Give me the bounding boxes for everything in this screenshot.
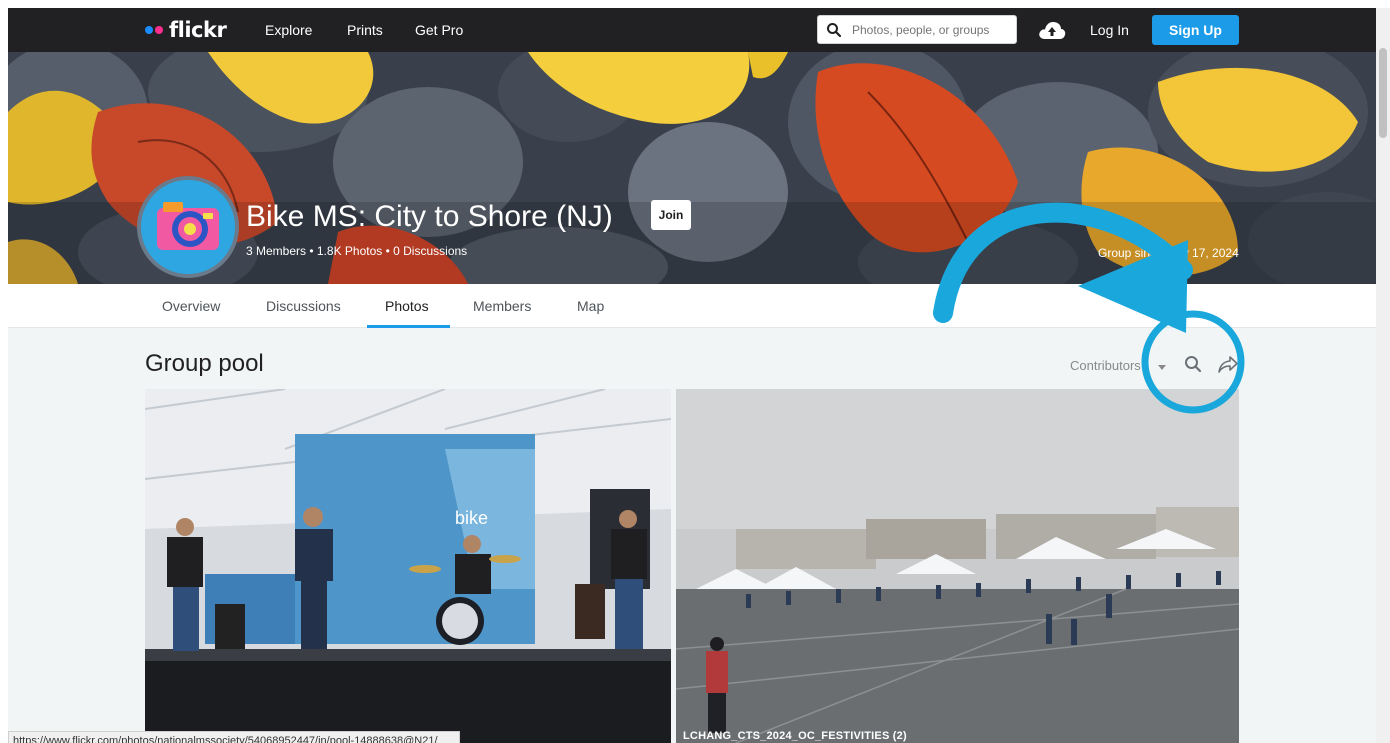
- photo-image: [676, 389, 1239, 743]
- search-box[interactable]: [817, 15, 1017, 44]
- tab-members[interactable]: Members: [473, 298, 531, 314]
- tab-photos[interactable]: Photos: [385, 298, 429, 314]
- browser-status-url: https://www.flickr.com/photos/nationalms…: [8, 731, 460, 743]
- logo-pink-dot: [155, 26, 163, 34]
- group-cover-banner: Bike MS: City to Shore (NJ) Join 3 Membe…: [8, 52, 1376, 284]
- group-pool-title: Group pool: [145, 350, 264, 377]
- join-button[interactable]: Join: [651, 200, 691, 230]
- log-in-link[interactable]: Log In: [1090, 22, 1129, 38]
- group-tabs: Overview Discussions Photos Members Map: [8, 284, 1376, 328]
- svg-text:bike: bike: [455, 508, 488, 528]
- logo-blue-dot: [145, 26, 153, 34]
- flickr-logo[interactable]: flickr: [145, 18, 227, 42]
- group-title: Bike MS: City to Shore (NJ): [246, 200, 613, 233]
- photo-caption: LCHANG_CTS_2024_OC_FESTIVITIES (2): [683, 730, 907, 742]
- browser-viewport: flickr Explore Prints Get Pro Log In Sig…: [8, 8, 1376, 743]
- logo-wordmark: flickr: [169, 18, 227, 42]
- contributors-dropdown[interactable]: Contributors: [1070, 358, 1141, 373]
- tab-discussions[interactable]: Discussions: [266, 298, 341, 314]
- active-tab-indicator: [367, 325, 450, 328]
- search-icon[interactable]: [1184, 355, 1202, 373]
- nav-link-get-pro[interactable]: Get Pro: [415, 22, 463, 38]
- search-icon: [827, 23, 842, 38]
- pool-photo-band-on-stage[interactable]: bike: [145, 389, 671, 743]
- tab-overview[interactable]: Overview: [162, 298, 220, 314]
- group-stats: 3 Members • 1.8K Photos • 0 Discussions: [246, 244, 468, 258]
- sign-up-button[interactable]: Sign Up: [1152, 15, 1239, 45]
- scrollbar-thumb[interactable]: [1379, 48, 1387, 138]
- page-scrollbar[interactable]: [1376, 8, 1390, 743]
- chevron-down-icon[interactable]: [1158, 365, 1166, 370]
- photo-image: bike: [145, 389, 671, 743]
- group-since-date: Group since May 17, 2024: [1098, 246, 1239, 260]
- nav-link-explore[interactable]: Explore: [265, 22, 312, 38]
- upload-cloud-icon[interactable]: [1038, 20, 1066, 40]
- pool-photo-event-festivities[interactable]: [676, 389, 1239, 743]
- nav-link-prints[interactable]: Prints: [347, 22, 383, 38]
- share-icon[interactable]: [1218, 355, 1238, 373]
- group-avatar: [137, 176, 239, 278]
- search-input[interactable]: [852, 20, 1012, 40]
- tab-map[interactable]: Map: [577, 298, 604, 314]
- top-navigation-bar: flickr Explore Prints Get Pro Log In Sig…: [8, 8, 1376, 52]
